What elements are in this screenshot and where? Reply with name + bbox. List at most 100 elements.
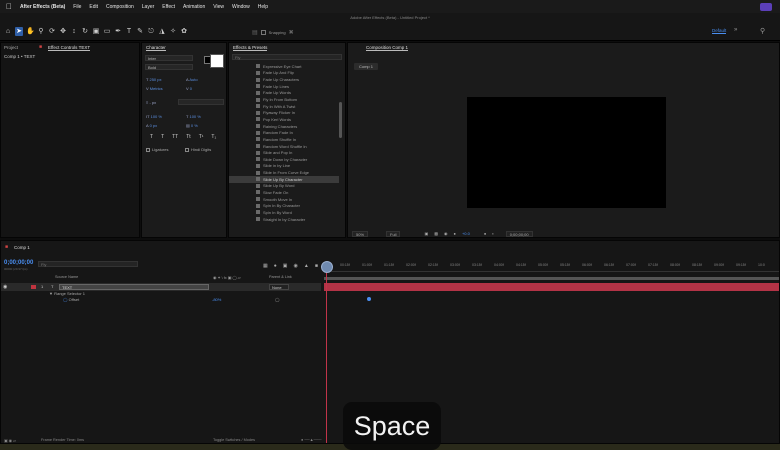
snap-option-icon[interactable]: ✖ (289, 29, 294, 36)
menu-effect[interactable]: Effect (162, 4, 175, 10)
menu-layer[interactable]: Layer (142, 4, 155, 10)
hindi-digits-option[interactable]: Hindi Digits (185, 147, 211, 152)
effects-scrollbar[interactable] (339, 102, 342, 138)
tab-project[interactable]: Project (4, 45, 18, 50)
type-tool-icon[interactable]: T (125, 27, 133, 36)
status-app-icon[interactable] (760, 3, 772, 11)
effect-preset-item[interactable]: Fade Up And Flip (229, 70, 339, 77)
effect-preset-item[interactable]: Pop Kerl Words (229, 116, 339, 123)
workspace-menu-icon[interactable]: » (734, 27, 737, 33)
timeline-current-time[interactable]: 0;00;00;00 (4, 260, 33, 266)
region-icon[interactable]: ▣ (424, 231, 428, 236)
tab-character[interactable]: Character (146, 45, 166, 51)
snapping-checkbox[interactable] (260, 30, 266, 35)
effect-preset-item[interactable]: Fly In From Bottom (229, 96, 339, 103)
ligatures-checkbox[interactable] (146, 147, 150, 152)
baseline-shift-row[interactable]: A 0 px (146, 123, 157, 128)
pen-tool-icon[interactable]: ✒ (114, 27, 122, 36)
font-style-select[interactable]: Bold (145, 64, 193, 70)
effect-preset-item[interactable]: Raining Characters (229, 123, 339, 130)
layer-duration-bar[interactable] (324, 283, 779, 291)
rectangle-tool-icon[interactable]: ▭ (103, 27, 111, 36)
tsume-value[interactable]: 0 % (191, 123, 198, 128)
effect-preset-item[interactable]: Slide in by Line (229, 163, 339, 170)
zoom-tool-icon[interactable]: ⚲ (37, 27, 45, 36)
effect-preset-item[interactable]: Random Shuffle In (229, 136, 339, 143)
font-family-select[interactable]: Inter (145, 55, 193, 61)
channel-icon[interactable]: ● (454, 231, 456, 236)
exposure-value[interactable]: +0.0 (462, 231, 470, 236)
motion-blur-icon[interactable]: ◉ (294, 263, 298, 269)
baseline-shift-value[interactable]: 0 px (150, 123, 158, 128)
effects-search-input[interactable]: Fly (232, 54, 342, 60)
effect-preset-item[interactable]: Random Fade In (229, 129, 339, 136)
markers-icon[interactable]: ■ (315, 263, 318, 269)
menu-app-name[interactable]: After Effects (Beta) (20, 4, 65, 10)
orbit-tool-icon[interactable]: ⟳ (48, 27, 56, 36)
home-icon[interactable]: ⌂ (4, 27, 12, 36)
menu-edit[interactable]: Edit (89, 4, 98, 10)
effect-preset-item[interactable]: Slide In From Curve Edge (229, 169, 339, 176)
font-size-value[interactable]: 250 px (149, 77, 161, 82)
frame-blend-icon[interactable]: ▣ (283, 263, 288, 269)
eraser-tool-icon[interactable]: ◮ (158, 27, 166, 36)
stamp-tool-icon[interactable]: ⎋ (147, 27, 155, 36)
composition-viewer[interactable] (467, 97, 666, 208)
parent-select[interactable]: None (269, 284, 289, 290)
pan-tool-icon[interactable]: ✥ (59, 27, 67, 36)
zoom-slider[interactable]: ● ──▲─── (301, 438, 322, 442)
toggle-switches-modes[interactable]: Toggle Switches / Modes (213, 438, 255, 442)
brush-tool-icon[interactable]: ✎ (136, 27, 144, 36)
anchor-tool-icon[interactable]: ▣ (92, 27, 100, 36)
close-icon[interactable]: ■ (5, 244, 8, 250)
menu-composition[interactable]: Composition (106, 4, 134, 10)
visibility-eye-icon[interactable]: ◉ (3, 284, 7, 290)
vertical-scale-value[interactable]: 100 % (151, 114, 162, 119)
show-snapshot-icon[interactable]: ▪ (492, 231, 493, 236)
workspace-default[interactable]: Default (712, 28, 727, 34)
fill-color-swatch[interactable] (210, 54, 224, 68)
superscript-button[interactable]: T¹ (199, 134, 204, 140)
effect-preset-item[interactable]: Spin In By Word (229, 209, 339, 216)
comp-flow-chip[interactable]: Comp 1 (354, 63, 378, 70)
current-time-display[interactable]: 0;00;00;00 (505, 230, 533, 237)
effect-preset-item[interactable]: Spin In By Character (229, 202, 339, 209)
effect-preset-item[interactable]: Fade Up Words (229, 90, 339, 97)
selection-tool-icon[interactable]: ➤ (15, 27, 23, 36)
timeline-search-input[interactable]: Fly (38, 261, 138, 267)
work-area-bar[interactable] (324, 277, 779, 280)
stroke-width-value[interactable]: - px (149, 100, 156, 105)
puppet-tool-icon[interactable]: ✿ (180, 27, 188, 36)
snapshot-icon[interactable]: ● (484, 231, 486, 236)
layer-name-field[interactable]: TEXT (59, 284, 209, 290)
all-caps-button[interactable]: TT (172, 134, 178, 140)
rotate-tool-icon[interactable]: ↻ (81, 27, 89, 36)
menu-help[interactable]: Help (258, 4, 268, 10)
leading-value[interactable]: Auto (189, 77, 197, 82)
effect-preset-item[interactable]: Slow Fade On (229, 189, 339, 196)
effect-preset-item[interactable]: Slide and Pop In (229, 149, 339, 156)
transparency-grid-icon[interactable]: ▩ (434, 231, 438, 236)
effect-preset-item[interactable]: Fade Up Characters (229, 76, 339, 83)
magnification-select[interactable]: 50% (352, 230, 369, 237)
footer-toggle-icons[interactable]: ▣ ◉ ▱ (4, 438, 16, 443)
tab-composition[interactable]: Composition Comp 1 (366, 45, 409, 51)
effect-preset-item[interactable]: Straight In by Character (229, 216, 339, 223)
font-size-row[interactable]: T 250 px (146, 77, 162, 82)
effect-preset-item[interactable]: Slide Up By Word (229, 183, 339, 190)
tracking-value[interactable]: 0 (190, 86, 192, 91)
leading-row[interactable]: A Auto (186, 77, 198, 82)
column-source-name[interactable]: Source Name (55, 275, 78, 279)
faux-bold-button[interactable]: T (150, 134, 153, 140)
vertical-scale-row[interactable]: IT 100 % (146, 114, 162, 119)
faux-italic-button[interactable]: T (161, 134, 164, 140)
effect-preset-item[interactable]: Fly In With A Twist (229, 103, 339, 110)
offset-property-row[interactable]: ◯ Offset (63, 297, 79, 302)
tracking-row[interactable]: V 0 (186, 86, 192, 91)
close-icon[interactable]: ■ (39, 44, 42, 50)
kerning-mode-value[interactable]: Metrics (150, 86, 163, 91)
subscript-button[interactable]: T₁ (211, 134, 216, 140)
menu-view[interactable]: View (213, 4, 224, 10)
playhead-handle[interactable] (321, 261, 333, 273)
menu-file[interactable]: File (73, 4, 81, 10)
